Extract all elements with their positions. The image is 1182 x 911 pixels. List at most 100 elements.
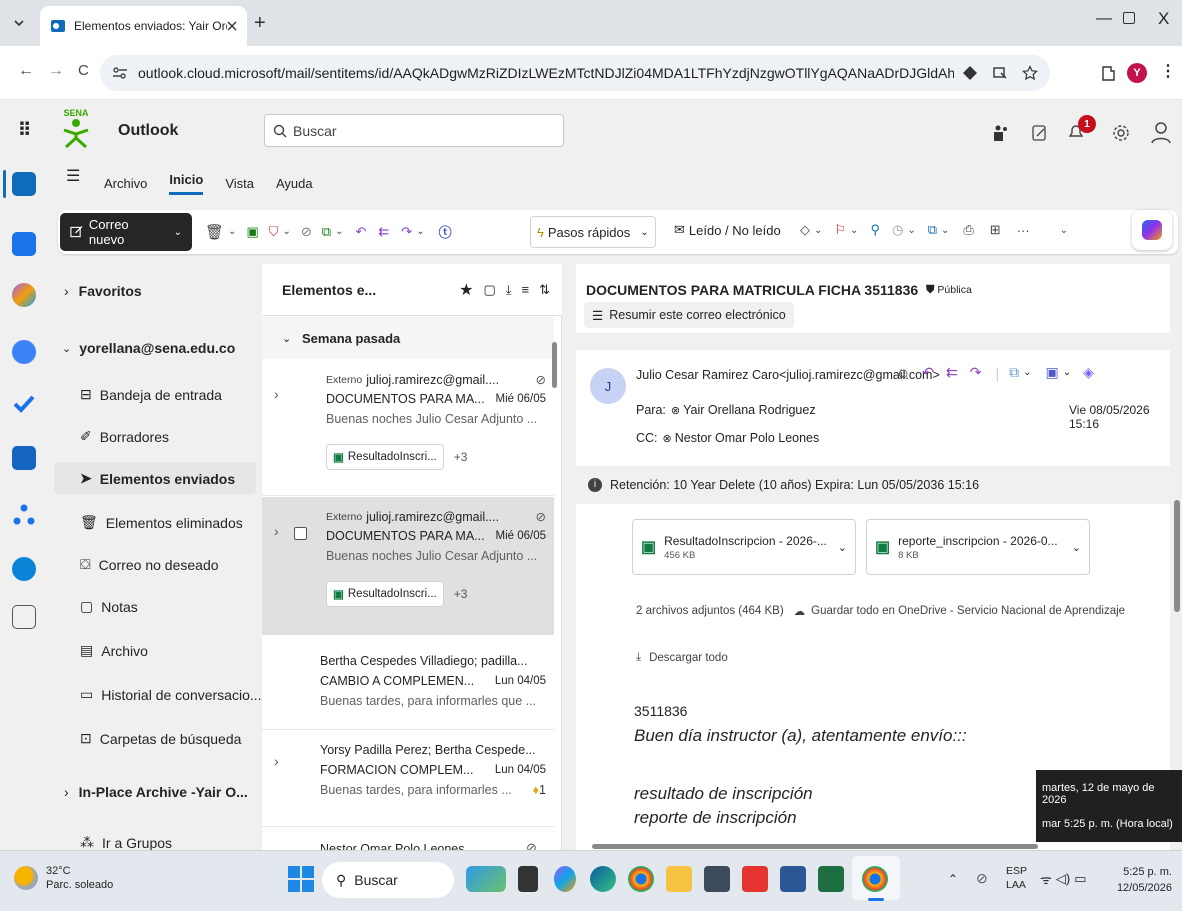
folder-notes[interactable]: ▢ Notas	[80, 598, 138, 615]
reload-button[interactable]: C	[78, 62, 89, 79]
recipient-remove-icon[interactable]: ⊗	[671, 404, 680, 417]
system-tray[interactable]: ᯤ ◁) ▭	[1040, 870, 1087, 888]
hamburger-menu-icon[interactable]: ☰	[66, 166, 80, 186]
share-icon[interactable]	[992, 65, 1008, 81]
select-checkbox[interactable]	[294, 527, 307, 540]
pdf-icon[interactable]: ▣	[1046, 364, 1059, 381]
site-info-icon[interactable]	[112, 66, 128, 80]
profile-avatar[interactable]: Y	[1127, 63, 1147, 83]
cc-recipient[interactable]: Nestor Omar Polo Leones	[675, 431, 820, 445]
attachment-card[interactable]: ▣ ResultadoInscripcion - 2026-... 456 KB …	[632, 519, 856, 575]
mute-icon[interactable]: ⊘	[976, 870, 988, 887]
store-icon[interactable]	[704, 866, 730, 892]
groups-link[interactable]: ⁂ Ir a Grupos	[80, 835, 172, 850]
more-attachments[interactable]: +3	[454, 450, 468, 464]
close-window-button[interactable]: X	[1158, 9, 1169, 29]
onedrive-app-icon[interactable]	[12, 557, 36, 581]
browser-tab[interactable]: Elementos enviados: Yair Orella	[40, 6, 247, 46]
taskbar-search[interactable]: ⚲ Buscar	[322, 862, 454, 898]
attachment-chip[interactable]: ▣ ResultadoInscri...	[326, 444, 444, 470]
files-app-icon[interactable]	[12, 446, 36, 470]
chevron-down-icon[interactable]: ⌄	[640, 227, 648, 238]
weather-widget[interactable]: 32°C Parc. soleado	[14, 864, 113, 892]
file-explorer-icon[interactable]	[666, 866, 692, 892]
sweep-icon[interactable]: ⊘	[301, 224, 312, 240]
forward-button[interactable]: →	[48, 62, 64, 80]
snooze-icon[interactable]: ◷	[892, 222, 903, 238]
address-bar[interactable]: outlook.cloud.microsoft/mail/sentitems/i…	[100, 55, 1050, 91]
people-app-icon[interactable]	[12, 340, 36, 364]
new-tab-button[interactable]: +	[254, 12, 266, 35]
restore-button[interactable]	[1123, 12, 1135, 24]
tab-inicio[interactable]: Inicio	[169, 172, 204, 195]
minimize-button[interactable]: —	[1096, 10, 1112, 28]
filter-icon[interactable]: ≡	[522, 282, 530, 297]
folder-history[interactable]: ▭ Historial de conversacio...	[80, 686, 262, 703]
chevron-down-icon[interactable]: ⌄	[941, 225, 949, 236]
pin-icon[interactable]: ⚲	[870, 222, 880, 238]
tray-overflow-icon[interactable]: ⌃	[948, 872, 958, 886]
archive-header[interactable]: › In-Place Archive -Yair O...	[64, 784, 248, 800]
mail-app-icon[interactable]	[12, 172, 36, 196]
more-options-button[interactable]: ···	[1017, 223, 1030, 238]
tag-icon[interactable]: ◇	[800, 222, 810, 238]
teams-share-icon[interactable]: ⓣ	[439, 222, 452, 241]
reply-icon[interactable]: ↶	[355, 224, 366, 240]
copilot-button[interactable]	[1132, 210, 1172, 250]
extensions-icon[interactable]	[1100, 64, 1118, 82]
jump-icon[interactable]: ⤓	[506, 282, 512, 298]
recipient-remove-icon[interactable]: ⊗	[663, 432, 672, 445]
chevron-down-icon[interactable]: ⌄	[838, 541, 847, 554]
save-onedrive-link[interactable]: Guardar todo en OneDrive - Servicio Naci…	[811, 605, 1125, 617]
language-indicator[interactable]: ESP LAA	[1006, 864, 1027, 892]
read-unread-button[interactable]: ✉ Leído / No leído	[674, 222, 781, 238]
tab-ayuda[interactable]: Ayuda	[276, 176, 313, 191]
copilot-app-icon[interactable]	[12, 283, 36, 307]
chevron-down-icon[interactable]: ⌄	[1063, 367, 1071, 378]
acrobat-icon[interactable]	[742, 866, 768, 892]
reply-all-icon[interactable]: ⇇	[946, 364, 958, 381]
search-input[interactable]: Buscar	[264, 114, 564, 147]
chevron-down-icon[interactable]: ⌄	[1023, 367, 1031, 378]
folder-junk[interactable]: ⛋ Correo no deseado	[80, 556, 219, 573]
chevron-down-icon[interactable]: ⌄	[850, 225, 858, 236]
chevron-right-icon[interactable]: ›	[274, 753, 279, 769]
download-all-link[interactable]: ⤓ Descargar todo	[636, 651, 728, 664]
copilot-taskbar-icon[interactable]	[554, 866, 576, 892]
forward-icon[interactable]: ↷	[970, 364, 982, 381]
chevron-right-icon[interactable]: ›	[274, 523, 279, 539]
word-icon[interactable]	[780, 866, 806, 892]
chevron-down-icon[interactable]: ⌄	[335, 226, 343, 237]
teams-icon[interactable]	[992, 124, 1010, 142]
chevron-down-icon[interactable]: ⌄	[174, 227, 182, 238]
star-icon[interactable]: ★	[459, 280, 473, 300]
attachment-card[interactable]: ▣ reporte_inscripcion - 2026-0... 8 KB ⌄	[866, 519, 1090, 575]
chevron-down-icon[interactable]: ⌄	[1072, 541, 1081, 554]
reaction-count[interactable]: ♦1	[533, 783, 546, 797]
group-header[interactable]: ⌄ Semana pasada	[262, 317, 554, 359]
forward-icon[interactable]: ↷	[401, 224, 412, 240]
compose-note-icon[interactable]	[1031, 124, 1049, 142]
chevron-down-icon[interactable]: ⌄	[283, 226, 291, 237]
chevron-down-icon[interactable]: ⌄	[228, 226, 236, 237]
move-icon[interactable]: ⧉	[322, 224, 331, 240]
folder-archive[interactable]: ▤ Archivo	[80, 642, 148, 659]
attachment-chip[interactable]: ▣ ResultadoInscri...	[326, 581, 444, 607]
apps-icon[interactable]: ⊞	[990, 222, 1001, 238]
folder-deleted[interactable]: 🗑 Elementos eliminados	[80, 514, 243, 531]
print-icon[interactable]: ⎙	[963, 222, 973, 238]
gear-icon[interactable]	[1112, 124, 1130, 142]
widgets-icon[interactable]	[466, 866, 506, 892]
emoji-icon[interactable]: ☺	[896, 365, 910, 381]
tab-search-button[interactable]	[8, 12, 30, 34]
close-icon[interactable]	[227, 21, 237, 31]
archive-icon[interactable]: ▣	[246, 224, 258, 240]
more-apps-icon[interactable]	[12, 605, 36, 629]
quick-steps-button[interactable]: ϟ Pasos rápidos ⌄	[530, 216, 656, 248]
folder-sent[interactable]: ➤ Elementos enviados	[80, 470, 235, 487]
chevron-down-icon[interactable]: ⌄	[907, 225, 915, 236]
todo-app-icon[interactable]	[12, 392, 36, 416]
folder-drafts[interactable]: ✐ Borradores	[80, 428, 169, 445]
chevron-down-icon[interactable]: ⌄	[416, 226, 424, 237]
to-recipient[interactable]: Yair Orellana Rodriguez	[683, 403, 815, 417]
